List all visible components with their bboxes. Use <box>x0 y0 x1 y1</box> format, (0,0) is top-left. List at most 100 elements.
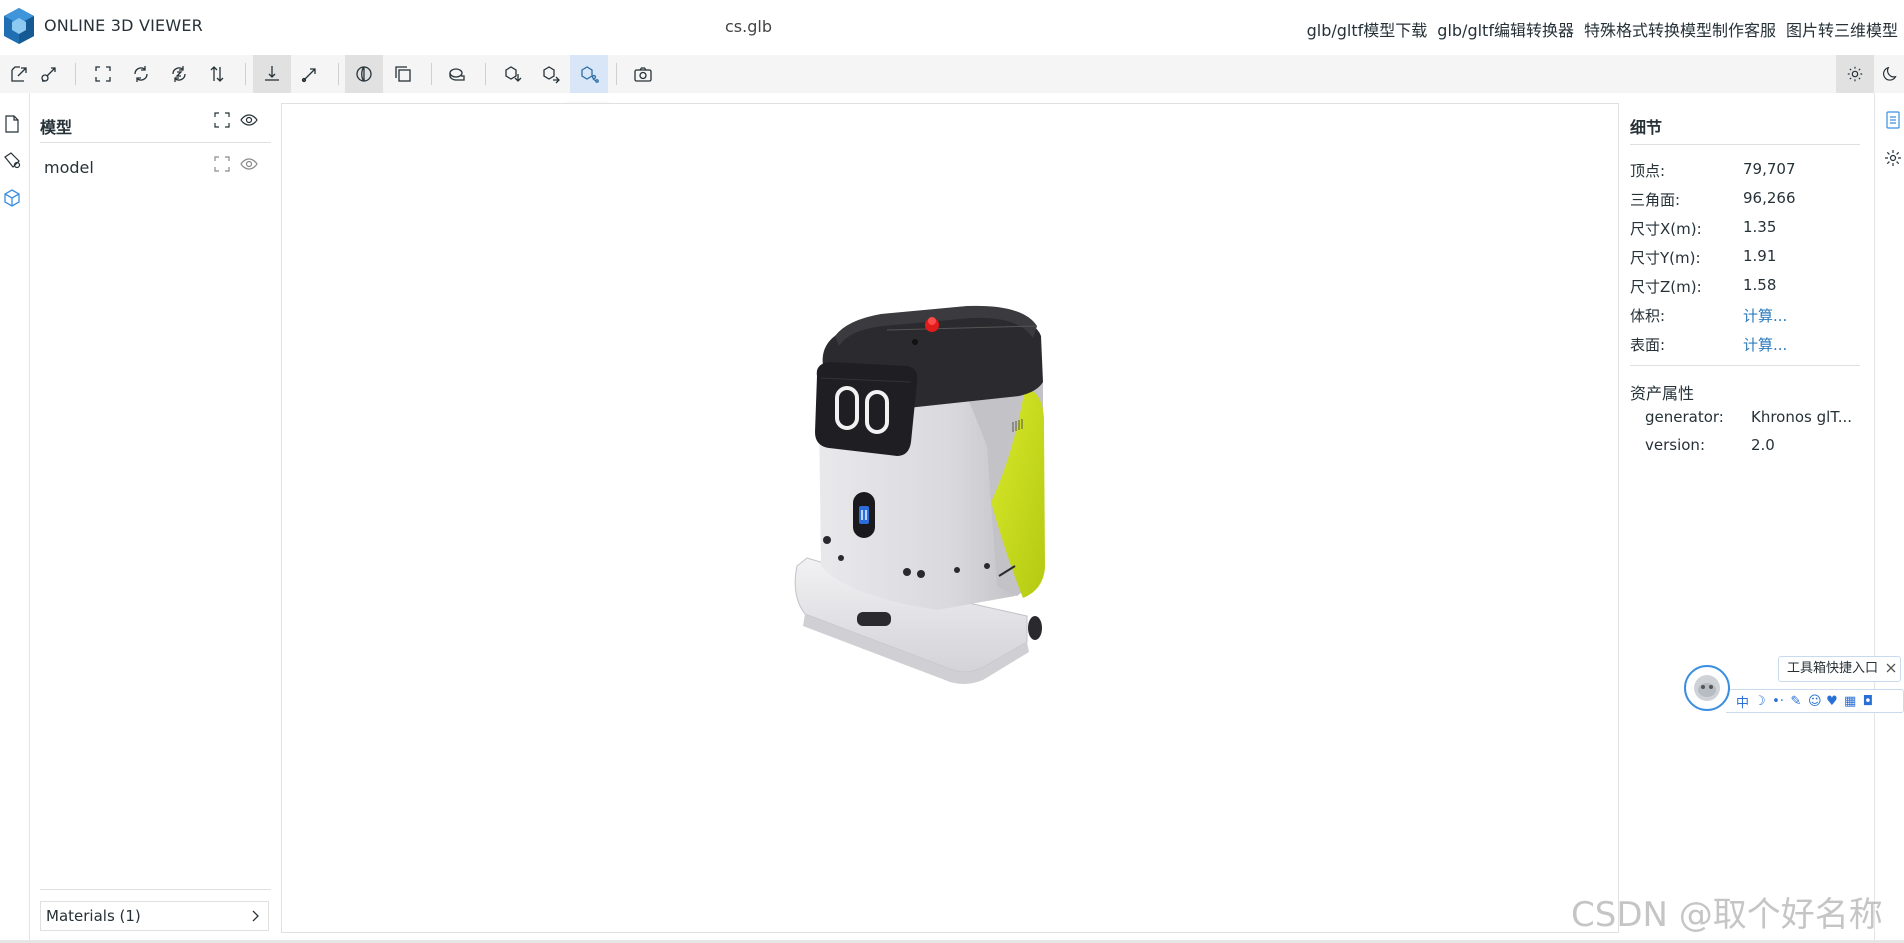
toolbox-shortcut-label[interactable]: 工具箱快捷入口 <box>1778 656 1902 682</box>
export-icon <box>543 66 560 84</box>
flip-icon <box>210 66 224 82</box>
calculate-surface-link[interactable]: 计算... <box>1743 334 1787 355</box>
open-url-button[interactable] <box>30 55 68 93</box>
details-tab[interactable] <box>1882 109 1904 131</box>
panel-divider <box>1630 365 1860 366</box>
up-y-icon <box>134 66 148 82</box>
flip-up-button[interactable] <box>198 55 236 93</box>
detail-label-size-z: 尺寸Z(m): <box>1630 278 1702 296</box>
toolbar-separator <box>245 63 246 85</box>
detail-label-size-y: 尺寸Y(m): <box>1630 249 1701 267</box>
toolbox-shortcut-bar[interactable]: 中 ☽ •· ✎ ☺ ♥ ▦ ◘ <box>1726 689 1904 713</box>
details-panel: 细节 顶点: 79,707 三角面: 96,266 尺寸X(m): 1.35 尺… <box>1629 93 1869 943</box>
file-name: cs.glb <box>725 17 772 36</box>
moon-icon <box>1883 66 1897 81</box>
gear-icon <box>1885 150 1901 166</box>
asset-label-version: version: <box>1645 436 1705 454</box>
meshes-tab[interactable] <box>1 187 23 209</box>
header-link-glb-download[interactable]: glb/gltf模型下载 <box>1307 17 1428 41</box>
tree-item-model[interactable]: model <box>44 158 94 177</box>
calculate-volume-link[interactable]: 计算... <box>1743 305 1787 326</box>
open-url-icon <box>41 67 56 82</box>
asset-value-version: 2.0 <box>1751 436 1775 454</box>
dark-theme-button[interactable] <box>1872 55 1904 93</box>
fit-model-icon[interactable] <box>213 155 231 173</box>
detail-label-surface: 表面: <box>1630 336 1666 354</box>
detail-label-triangles: 三角面: <box>1630 191 1681 209</box>
open-file-icon <box>11 66 27 82</box>
set-up-y-button[interactable] <box>122 55 160 93</box>
asset-properties-title: 资产属性 <box>1630 384 1695 403</box>
measure-button[interactable] <box>438 55 476 93</box>
toolbar-separator <box>431 63 432 85</box>
toolbox-label-text: 工具箱快捷入口 <box>1787 661 1879 676</box>
grid-icon[interactable]: ▦ <box>1844 694 1856 709</box>
toolbox-avatar-icon[interactable] <box>1684 665 1730 711</box>
header-link-image-to-3d[interactable]: 图片转三维模型 <box>1786 17 1898 41</box>
file-icon <box>5 115 19 133</box>
materials-tab[interactable] <box>1 149 23 171</box>
panel-divider <box>40 142 271 143</box>
shirt-icon[interactable]: ♥ <box>1826 694 1838 709</box>
cube-icon <box>4 189 20 207</box>
dots-icon[interactable]: •· <box>1772 694 1784 709</box>
app-title[interactable]: ONLINE 3D VIEWER <box>44 16 203 35</box>
perspective-camera-button[interactable] <box>345 55 383 93</box>
csdn-watermark: CSDN @取个好名称 <box>1571 895 1883 935</box>
snapshot-button[interactable] <box>624 55 662 93</box>
light-theme-button[interactable] <box>1836 55 1874 93</box>
sun-icon <box>1847 66 1863 82</box>
robot-model-render <box>794 305 1045 684</box>
details-list-icon <box>1886 111 1900 129</box>
camera-icon <box>634 67 652 82</box>
close-icon[interactable] <box>1884 661 1898 675</box>
show-all-eye-icon[interactable] <box>240 111 258 129</box>
toolbar <box>0 55 1904 93</box>
free-orbit-button[interactable] <box>291 55 329 93</box>
materials-label: Materials (1) <box>46 907 141 925</box>
share-button[interactable] <box>570 55 608 93</box>
asset-value-generator: Khronos glT... <box>1751 408 1853 426</box>
header-link-custom-service[interactable]: 特殊格式转换模型制作客服 <box>1584 17 1776 41</box>
fit-window-icon <box>95 66 111 82</box>
visibility-eye-icon[interactable] <box>240 155 258 173</box>
toolbar-separator <box>338 63 339 85</box>
moon-small-icon[interactable]: ☽ <box>1754 694 1766 709</box>
3d-viewport[interactable] <box>281 103 1619 933</box>
perspective-icon <box>356 66 372 82</box>
lock-icon[interactable]: ◘ <box>1862 694 1874 709</box>
header-link-glb-editor[interactable]: glb/gltf编辑转换器 <box>1437 17 1574 41</box>
free-orbit-icon <box>301 68 316 83</box>
settings-tab[interactable] <box>1882 147 1904 169</box>
app-logo-icon[interactable] <box>2 6 36 46</box>
orthographic-icon <box>395 66 411 82</box>
right-navigation-bar <box>1874 93 1904 943</box>
toolbar-separator <box>616 63 617 85</box>
smile-icon[interactable]: ☺ <box>1808 694 1822 709</box>
set-up-z-button[interactable] <box>160 55 198 93</box>
orthographic-camera-button[interactable] <box>384 55 422 93</box>
wrench-icon[interactable]: ✎ <box>1790 694 1802 709</box>
app-header: ONLINE 3D VIEWER cs.glb glb/gltf模型下载 glb… <box>0 0 1904 55</box>
detail-value-triangles: 96,266 <box>1743 189 1796 207</box>
download-button[interactable] <box>494 55 532 93</box>
up-z-icon <box>172 66 186 82</box>
materials-icon <box>4 152 21 169</box>
materials-section[interactable]: Materials (1) <box>40 901 269 931</box>
model-panel-title: 模型 <box>40 118 73 137</box>
detail-label-size-x: 尺寸X(m): <box>1630 220 1702 238</box>
fit-to-window-button[interactable] <box>84 55 122 93</box>
fixed-up-button[interactable] <box>253 55 291 93</box>
detail-value-vertices: 79,707 <box>1743 160 1796 178</box>
toolbar-separator <box>75 63 76 85</box>
detail-value-size-x: 1.35 <box>1743 218 1777 236</box>
fixed-up-icon <box>265 66 279 81</box>
fit-all-icon[interactable] <box>213 111 231 129</box>
export-button[interactable] <box>532 55 570 93</box>
detail-label-volume: 体积: <box>1630 307 1666 325</box>
download-icon <box>505 66 522 82</box>
chinese-input-icon[interactable]: 中 <box>1736 692 1749 711</box>
files-tab[interactable] <box>1 113 23 135</box>
measure-icon <box>449 68 465 81</box>
detail-value-size-y: 1.91 <box>1743 247 1777 265</box>
